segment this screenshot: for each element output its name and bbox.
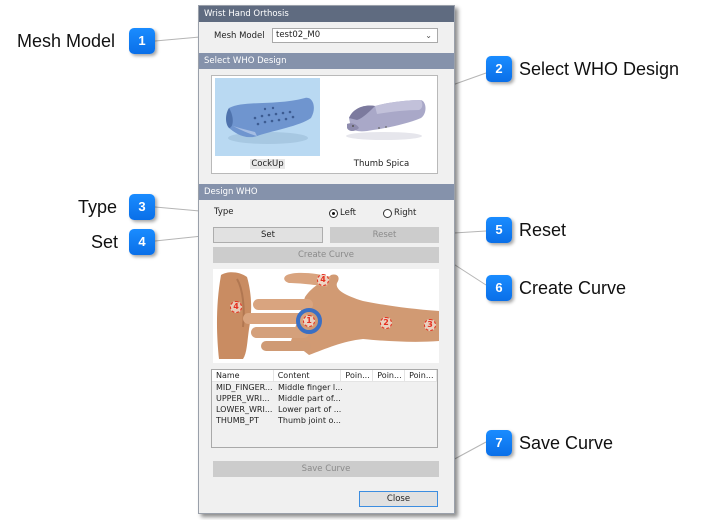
type-label: Type xyxy=(214,207,234,217)
column-header[interactable]: Poin... xyxy=(373,370,406,381)
mesh-model-select[interactable]: test02_M0 ⌄ xyxy=(272,28,438,43)
cockup-orthosis-image xyxy=(215,78,320,156)
callout-label-save-curve: Save Curve xyxy=(519,433,614,453)
set-button[interactable]: Set xyxy=(213,227,323,243)
callout-label-reset: Reset xyxy=(519,220,567,240)
mesh-model-value: test02_M0 xyxy=(276,30,321,40)
callout-label-select-who-design: Select WHO Design xyxy=(519,59,680,79)
chevron-down-icon[interactable]: ⌄ xyxy=(425,29,432,42)
radio-right-label: Right xyxy=(394,208,417,218)
landmark-table: Name Content Poin... Poin... Poin... MID… xyxy=(211,369,438,448)
column-header[interactable]: Content xyxy=(274,370,342,381)
radio-left[interactable]: Left xyxy=(329,208,356,218)
callout-badge-1: 1 xyxy=(129,28,155,54)
cell-name: UPPER_WRI... xyxy=(216,394,270,403)
close-button[interactable]: Close xyxy=(359,491,438,507)
callout-label-mesh-model: Mesh Model xyxy=(17,31,116,51)
design-gallery: CockUp Thumb Spica xyxy=(211,75,438,174)
design-option-cockup[interactable]: CockUp xyxy=(215,78,320,173)
radio-right-indicator[interactable] xyxy=(383,208,392,218)
select-who-design-header: Select WHO Design xyxy=(199,53,454,69)
landmark-marker[interactable]: 4 xyxy=(230,301,242,313)
save-curve-button[interactable]: Save Curve xyxy=(213,461,439,477)
radio-left-label: Left xyxy=(340,208,356,218)
callout-badge-5: 5 xyxy=(486,217,512,243)
landmark-marker[interactable]: 4 xyxy=(317,274,329,286)
table-row[interactable]: MID_FINGER... Middle finger l... xyxy=(212,382,437,393)
wrist-hand-orthosis-dialog: Wrist Hand Orthosis Mesh Model test02_M0… xyxy=(198,5,455,514)
column-header[interactable]: Name xyxy=(212,370,274,381)
design-who-header: Design WHO xyxy=(199,184,454,200)
cell-name: MID_FINGER... xyxy=(216,383,273,392)
radio-left-indicator[interactable] xyxy=(329,208,338,218)
hand-landmark-image: 4 4 1 2 3 xyxy=(213,269,439,363)
callout-label-create-curve: Create Curve xyxy=(519,278,627,298)
callout-label-set: Set xyxy=(91,232,119,252)
cell-name: THUMB_PT xyxy=(216,416,259,425)
design-option-label: Thumb Spica xyxy=(353,159,410,169)
callout-badge-3: 3 xyxy=(129,194,155,220)
cell-content: Thumb joint o... xyxy=(278,416,341,425)
landmark-marker[interactable]: 2 xyxy=(380,317,392,329)
radio-right[interactable]: Right xyxy=(383,208,416,218)
cell-content: Middle part of... xyxy=(278,394,341,403)
create-curve-button[interactable]: Create Curve xyxy=(213,247,439,263)
mesh-model-label: Mesh Model xyxy=(214,31,265,41)
callout-badge-4: 4 xyxy=(129,229,155,255)
landmark-marker[interactable]: 3 xyxy=(424,319,436,331)
column-header[interactable]: Poin... xyxy=(405,370,437,381)
cell-content: Middle finger l... xyxy=(278,383,342,392)
callout-label-type: Type xyxy=(78,197,118,217)
reset-button[interactable]: Reset xyxy=(330,227,439,243)
table-header-row: Name Content Poin... Poin... Poin... xyxy=(212,370,437,382)
cell-content: Lower part of ... xyxy=(278,405,342,414)
table-row[interactable]: THUMB_PT Thumb joint o... xyxy=(212,415,437,426)
callout-badge-7: 7 xyxy=(486,430,512,456)
cell-name: LOWER_WRI... xyxy=(216,405,273,414)
design-option-label: CockUp xyxy=(250,159,285,169)
design-option-thumb-spica[interactable]: Thumb Spica xyxy=(329,78,434,173)
table-row[interactable]: UPPER_WRI... Middle part of... xyxy=(212,393,437,404)
dialog-title-bar: Wrist Hand Orthosis xyxy=(199,6,454,22)
thumb-spica-orthosis-image xyxy=(346,100,426,140)
callout-badge-2: 2 xyxy=(486,56,512,82)
callout-badge-6: 6 xyxy=(486,275,512,301)
column-header[interactable]: Poin... xyxy=(341,370,374,381)
table-row[interactable]: LOWER_WRI... Lower part of ... xyxy=(212,404,437,415)
landmark-marker[interactable]: 1 xyxy=(303,315,315,327)
